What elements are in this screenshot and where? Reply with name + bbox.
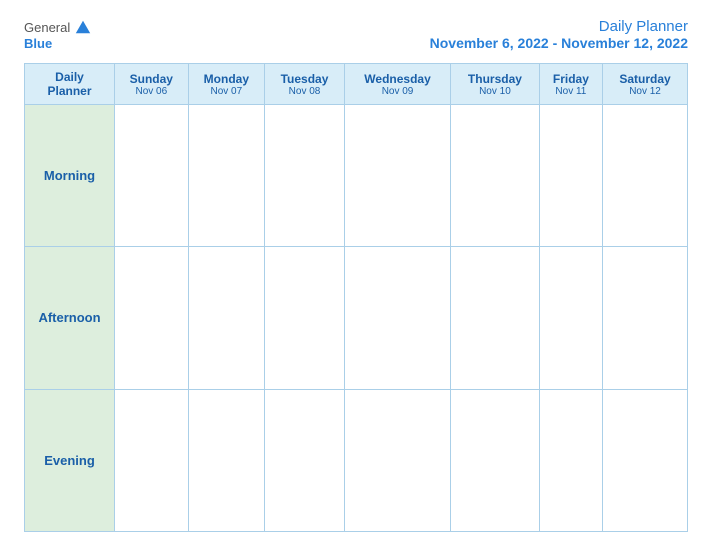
date-range: November 6, 2022 - November 12, 2022 xyxy=(430,35,688,51)
afternoon-tuesday[interactable] xyxy=(265,247,345,389)
afternoon-friday[interactable] xyxy=(539,247,602,389)
morning-friday[interactable] xyxy=(539,105,602,247)
page-title: Daily Planner xyxy=(430,18,688,35)
logo-icon xyxy=(74,18,92,36)
afternoon-thursday[interactable] xyxy=(451,247,540,389)
day-date-sunday: Nov 06 xyxy=(119,86,184,97)
evening-wednesday[interactable] xyxy=(344,389,450,531)
col-header-tuesday: Tuesday Nov 08 xyxy=(265,64,345,105)
afternoon-sunday[interactable] xyxy=(115,247,189,389)
afternoon-monday[interactable] xyxy=(188,247,264,389)
day-name-sunday: Sunday xyxy=(119,72,184,86)
header: General Blue Daily Planner November 6, 2… xyxy=(24,18,688,51)
morning-sunday[interactable] xyxy=(115,105,189,247)
day-date-wednesday: Nov 09 xyxy=(349,86,446,97)
day-date-tuesday: Nov 08 xyxy=(269,86,340,97)
header-row: Daily Planner Sunday Nov 06 Monday Nov 0… xyxy=(25,64,688,105)
afternoon-label: Afternoon xyxy=(25,247,115,389)
day-date-monday: Nov 07 xyxy=(193,86,260,97)
afternoon-wednesday[interactable] xyxy=(344,247,450,389)
col-header-thursday: Thursday Nov 10 xyxy=(451,64,540,105)
evening-monday[interactable] xyxy=(188,389,264,531)
header-right: Daily Planner November 6, 2022 - Novembe… xyxy=(430,18,688,51)
logo-blue-text: Blue xyxy=(24,36,52,51)
morning-saturday[interactable] xyxy=(603,105,688,247)
day-name-thursday: Thursday xyxy=(455,72,535,86)
afternoon-saturday[interactable] xyxy=(603,247,688,389)
evening-tuesday[interactable] xyxy=(265,389,345,531)
day-date-thursday: Nov 10 xyxy=(455,86,535,97)
header-label-line1: Daily xyxy=(29,70,110,84)
morning-thursday[interactable] xyxy=(451,105,540,247)
day-date-saturday: Nov 12 xyxy=(607,86,683,97)
morning-row: Morning xyxy=(25,105,688,247)
morning-monday[interactable] xyxy=(188,105,264,247)
evening-row: Evening xyxy=(25,389,688,531)
day-name-monday: Monday xyxy=(193,72,260,86)
evening-friday[interactable] xyxy=(539,389,602,531)
evening-thursday[interactable] xyxy=(451,389,540,531)
day-name-saturday: Saturday xyxy=(607,72,683,86)
evening-sunday[interactable] xyxy=(115,389,189,531)
day-date-friday: Nov 11 xyxy=(544,86,598,97)
col-header-monday: Monday Nov 07 xyxy=(188,64,264,105)
logo: General xyxy=(24,18,92,36)
afternoon-row: Afternoon xyxy=(25,247,688,389)
morning-label: Morning xyxy=(25,105,115,247)
col-header-saturday: Saturday Nov 12 xyxy=(603,64,688,105)
evening-label: Evening xyxy=(25,389,115,531)
planner-table: Daily Planner Sunday Nov 06 Monday Nov 0… xyxy=(24,63,688,532)
morning-wednesday[interactable] xyxy=(344,105,450,247)
day-name-tuesday: Tuesday xyxy=(269,72,340,86)
day-name-friday: Friday xyxy=(544,72,598,86)
header-label-cell: Daily Planner xyxy=(25,64,115,105)
day-name-wednesday: Wednesday xyxy=(349,72,446,86)
col-header-wednesday: Wednesday Nov 09 xyxy=(344,64,450,105)
header-label-line2: Planner xyxy=(29,84,110,98)
logo-area: General Blue xyxy=(24,18,92,51)
col-header-friday: Friday Nov 11 xyxy=(539,64,602,105)
evening-saturday[interactable] xyxy=(603,389,688,531)
logo-general-text: General xyxy=(24,20,70,35)
morning-tuesday[interactable] xyxy=(265,105,345,247)
col-header-sunday: Sunday Nov 06 xyxy=(115,64,189,105)
